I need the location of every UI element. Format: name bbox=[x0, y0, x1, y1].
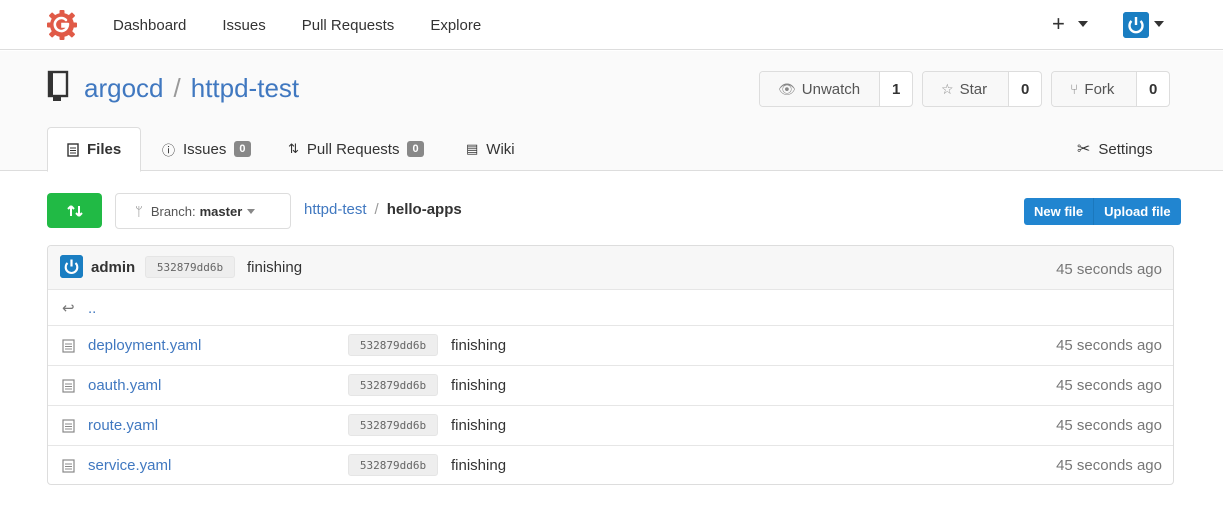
commit-message[interactable]: finishing bbox=[451, 337, 506, 354]
commit-sha[interactable]: 532879dd6b bbox=[348, 454, 438, 476]
unwatch-button[interactable]: 👁 Unwatch 1 bbox=[759, 71, 913, 107]
fork-count[interactable]: 0 bbox=[1137, 72, 1169, 106]
book-icon: ▤ bbox=[466, 141, 479, 156]
commit-sha[interactable]: 532879dd6b bbox=[348, 334, 438, 356]
top-navbar: Dashboard Issues Pull Requests Explore + bbox=[0, 0, 1223, 50]
tab-files-label: Files bbox=[87, 141, 122, 158]
upload-file-button[interactable]: Upload file bbox=[1093, 198, 1180, 225]
issue-opened-icon: ⓘ bbox=[162, 142, 176, 158]
commit-age: 45 seconds ago bbox=[1056, 337, 1162, 354]
nav-pull-requests[interactable]: Pull Requests bbox=[302, 17, 395, 34]
compare-branch-button[interactable] bbox=[47, 193, 102, 228]
breadcrumb-current: hello-apps bbox=[386, 201, 462, 218]
unwatch-label: Unwatch bbox=[801, 80, 861, 98]
tab-settings[interactable]: ✂ Settings bbox=[1077, 127, 1153, 171]
commit-sha[interactable]: 532879dd6b bbox=[348, 374, 438, 396]
issues-count-badge: 0 bbox=[234, 141, 251, 157]
file-icon bbox=[62, 379, 75, 393]
tab-issues[interactable]: ⓘ Issues 0 bbox=[162, 127, 251, 171]
nav-explore[interactable]: Explore bbox=[430, 17, 481, 34]
commit-age: 45 seconds ago bbox=[1056, 261, 1162, 278]
watch-count[interactable]: 1 bbox=[880, 72, 912, 106]
repo-header: argocd / httpd-test 👁 Unwatch 1 ☆ Star 0 ⑂ Fo… bbox=[0, 51, 1223, 172]
nav-issues[interactable]: Issues bbox=[222, 17, 265, 34]
commit-sha[interactable]: 532879dd6b bbox=[348, 414, 438, 436]
table-row: oauth.yaml 532879dd6b finishing 45 secon… bbox=[48, 365, 1173, 405]
file-icon bbox=[62, 419, 75, 433]
tab-settings-label: Settings bbox=[1098, 140, 1153, 158]
tab-wiki[interactable]: ▤ Wiki bbox=[466, 127, 515, 171]
commit-age: 45 seconds ago bbox=[1056, 457, 1162, 474]
tab-pull-requests[interactable]: ⇅ Pull Requests 0 bbox=[288, 127, 424, 171]
branch-dropdown[interactable]: ᛘ Branch: master bbox=[115, 193, 291, 229]
file-name-link[interactable]: oauth.yaml bbox=[88, 377, 161, 394]
fork-icon: ⑂ bbox=[1070, 81, 1079, 97]
commit-author[interactable]: admin bbox=[91, 259, 135, 276]
star-icon: ☆ bbox=[941, 80, 954, 97]
git-compare-icon bbox=[66, 204, 83, 217]
file-actions: New file Upload file bbox=[1024, 198, 1181, 225]
table-row: route.yaml 532879dd6b finishing 45 secon… bbox=[48, 405, 1173, 445]
new-file-button[interactable]: New file bbox=[1024, 198, 1093, 225]
breadcrumb-repo-link[interactable]: httpd-test bbox=[304, 201, 367, 218]
file-icon bbox=[62, 459, 75, 473]
repo-book-icon bbox=[47, 70, 69, 101]
chevron-down-icon[interactable] bbox=[1154, 21, 1164, 27]
fork-button[interactable]: ⑂ Fork 0 bbox=[1051, 71, 1170, 107]
file-icon bbox=[62, 339, 75, 353]
tools-icon: ✂ bbox=[1077, 141, 1091, 158]
file-name-link[interactable]: route.yaml bbox=[88, 417, 158, 434]
nav-dashboard[interactable]: Dashboard bbox=[113, 17, 186, 34]
commit-age: 45 seconds ago bbox=[1056, 377, 1162, 394]
caret-down-icon bbox=[247, 208, 256, 214]
repo-owner-link[interactable]: argocd bbox=[84, 73, 164, 103]
plus-icon[interactable]: + bbox=[1052, 13, 1065, 35]
file-name-link[interactable]: service.yaml bbox=[88, 457, 171, 474]
tab-issues-label: Issues bbox=[183, 140, 227, 158]
git-branch-icon: ᛘ bbox=[135, 203, 143, 219]
tab-wiki-label: Wiki bbox=[486, 140, 515, 158]
latest-commit-row: admin 532879dd6b finishing 45 seconds ag… bbox=[48, 246, 1173, 289]
avatar[interactable] bbox=[60, 255, 83, 278]
pulls-count-badge: 0 bbox=[407, 141, 424, 157]
star-button[interactable]: ☆ Star 0 bbox=[922, 71, 1042, 107]
fork-label: Fork bbox=[1084, 80, 1115, 98]
breadcrumb-separator: / bbox=[374, 201, 379, 218]
tab-files[interactable]: Files bbox=[47, 127, 142, 172]
main-nav: Dashboard Issues Pull Requests Explore bbox=[113, 0, 517, 50]
chevron-down-icon[interactable] bbox=[1078, 21, 1088, 27]
reply-arrow-icon: ↩ bbox=[62, 300, 75, 317]
gitea-logo-icon[interactable] bbox=[46, 9, 78, 41]
commit-message[interactable]: finishing bbox=[451, 457, 506, 474]
commit-age: 45 seconds ago bbox=[1056, 417, 1162, 434]
avatar[interactable] bbox=[1123, 12, 1149, 38]
branch-prefix: Branch: bbox=[150, 203, 196, 219]
eye-icon: 👁 bbox=[778, 80, 796, 97]
commit-message[interactable]: finishing bbox=[451, 417, 506, 434]
file-text-icon bbox=[67, 142, 79, 157]
tab-pulls-label: Pull Requests bbox=[306, 140, 400, 158]
file-name-link[interactable]: deployment.yaml bbox=[88, 337, 201, 354]
star-count[interactable]: 0 bbox=[1009, 72, 1041, 106]
repo-title: argocd / httpd-test bbox=[84, 72, 299, 104]
repo-name-link[interactable]: httpd-test bbox=[191, 73, 299, 103]
parent-dir-row[interactable]: ↩ .. bbox=[48, 289, 1173, 325]
commit-message[interactable]: finishing bbox=[451, 377, 506, 394]
commit-sha[interactable]: 532879dd6b bbox=[145, 256, 235, 278]
table-row: service.yaml 532879dd6b finishing 45 sec… bbox=[48, 445, 1173, 484]
branch-name: master bbox=[199, 203, 243, 219]
breadcrumb: httpd-test / hello-apps bbox=[304, 201, 462, 218]
star-label: Star bbox=[959, 80, 988, 98]
parent-dir-link[interactable]: .. bbox=[88, 300, 96, 317]
table-row: deployment.yaml 532879dd6b finishing 45 … bbox=[48, 325, 1173, 365]
git-pull-request-icon: ⇅ bbox=[288, 141, 299, 156]
commit-message[interactable]: finishing bbox=[247, 259, 302, 276]
file-table: admin 532879dd6b finishing 45 seconds ag… bbox=[47, 245, 1174, 485]
title-separator: / bbox=[173, 73, 181, 103]
